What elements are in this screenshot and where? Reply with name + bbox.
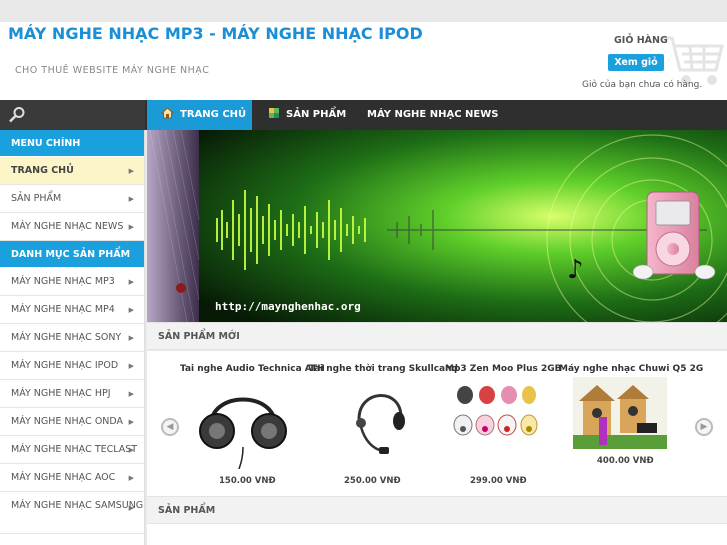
carousel-prev-button[interactable]: ◀ <box>161 418 179 436</box>
arrow-right-icon: ▶ <box>128 334 134 342</box>
sidebar-item-label: MÁY NGHE NHẠC IPOD <box>11 360 119 371</box>
banner-slideshow[interactable]: ♪ http://maynghenhac.org <box>147 130 727 322</box>
carousel-next-button[interactable]: ▶ <box>695 418 713 436</box>
sidebar-item-hpj[interactable]: MÁY NGHE NHẠC HPJ ▶ <box>0 380 144 408</box>
nav-item-news[interactable]: MÁY NGHE NHẠC NEWS <box>367 100 498 130</box>
sidebar-item-label: TRANG CHỦ <box>11 165 74 176</box>
cart-title: GIỎ HÀNG <box>614 35 668 46</box>
sidebar-item-label: MÁY NGHE NHẠC SONY <box>11 332 122 343</box>
sidebar-item-onda[interactable]: MÁY NGHE NHẠC ONDA ▶ <box>0 408 144 436</box>
sidebar-item-label: MÁY NGHE NHẠC HPJ <box>11 388 111 399</box>
sidebar-item-label: MÁY NGHE NHẠC SAMSUNG <box>11 500 144 511</box>
product-image-mp3-players[interactable] <box>449 381 539 443</box>
arrow-right-icon: ▶ <box>128 278 134 286</box>
product-image-chuwi-q5[interactable] <box>573 377 667 449</box>
product-image-headphones[interactable] <box>197 377 289 469</box>
category-menu-title: DANH MỤC SẢN PHẨM <box>0 241 144 268</box>
sidebar-item-teclast[interactable]: MÁY NGHE NHẠC TECLAST ▶ <box>0 436 144 464</box>
main-menu-title: MENU CHÍNH <box>0 130 144 157</box>
sidebar-item-label: SẢN PHẨM <box>11 193 62 204</box>
new-products-header: SẢN PHẨM MỚI <box>147 322 727 350</box>
search-icon[interactable] <box>8 106 26 124</box>
product-price: 250.00 VNĐ <box>344 476 401 486</box>
sidebar-item-home[interactable]: TRANG CHỦ ▶ <box>0 157 144 185</box>
products-icon <box>269 108 279 118</box>
arrow-right-icon: ▶ <box>128 167 134 175</box>
arrow-right-icon: ▶ <box>128 474 134 482</box>
nav-item-products[interactable]: SẢN PHẨM <box>256 100 356 130</box>
page: MÁY NGHE NHẠC MP3 - MÁY NGHE NHẠC IPOD C… <box>0 0 727 545</box>
sidebar: MENU CHÍNH TRANG CHỦ ▶ SẢN PHẨM ▶ MÁY NGHE… <box>0 130 145 545</box>
site-slogan: CHO THUÊ WEBSITE MÁY NGHE NHẠC <box>15 65 210 76</box>
sidebar-item-label: MÁY NGHE NHẠC ONDA <box>11 416 124 427</box>
sidebar-item-label: MÁY NGHE NHẠC MP4 <box>11 304 115 315</box>
products-header: SẢN PHẨM <box>147 496 727 524</box>
sidebar-item-samsung[interactable]: MÁY NGHE NHẠC SAMSUNG ▶ <box>0 492 144 534</box>
product-name[interactable]: Máy nghe nhạc Chuwi Q5 2G <box>559 364 703 374</box>
product-name[interactable]: Mp3 Zen Moo Plus 2GB <box>445 364 562 374</box>
arrow-right-icon: ▶ <box>128 446 134 454</box>
sidebar-item-news[interactable]: MÁY NGHE NHẠC NEWS ▶ <box>0 213 144 241</box>
arrow-right-icon: ▶ <box>128 195 134 203</box>
sidebar-item-label: MÁY NGHE NHẠC TECLAST <box>11 444 138 455</box>
sidebar-item-mp3[interactable]: MÁY NGHE NHẠC MP3 ▶ <box>0 268 144 296</box>
products-list-area <box>147 524 727 545</box>
nav-item-home[interactable]: TRANG CHỦ <box>147 100 252 130</box>
product-price: 150.00 VNĐ <box>219 476 276 486</box>
sidebar-item-sony[interactable]: MÁY NGHE NHẠC SONY ▶ <box>0 324 144 352</box>
arrow-right-icon: ▶ <box>128 418 134 426</box>
view-cart-button[interactable]: Xem giỏ <box>608 54 664 71</box>
banner-url-text: http://maynghenhac.org <box>215 300 361 313</box>
sidebar-item-products[interactable]: SẢN PHẨM ▶ <box>0 185 144 213</box>
product-price: 299.00 VNĐ <box>470 476 527 486</box>
product-name[interactable]: Tai nghe thời trang Skullcand <box>309 364 458 374</box>
nav-home-label: TRANG CHỦ <box>180 109 247 120</box>
arrow-right-icon: ▶ <box>128 223 134 231</box>
header: MÁY NGHE NHẠC MP3 - MÁY NGHE NHẠC IPOD C… <box>0 22 727 100</box>
cart-block: GIỎ HÀNG Xem giỏ Giỏ của bạn chưa có hàn… <box>560 22 727 100</box>
sidebar-item-ipod[interactable]: MÁY NGHE NHẠC IPOD ▶ <box>0 352 144 380</box>
arrow-right-icon: ▶ <box>128 390 134 398</box>
product-name[interactable]: Tai nghe Audio Technica ATH <box>180 364 325 374</box>
sidebar-item-label: MÁY NGHE NHẠC AOC <box>11 472 116 483</box>
sidebar-item-mp4[interactable]: MÁY NGHE NHẠC MP4 ▶ <box>0 296 144 324</box>
home-icon <box>160 107 175 119</box>
new-products-carousel: ◀ ▶ Tai nghe Audio Technica ATH 150.00 V… <box>147 351 727 496</box>
arrow-right-icon: ▶ <box>128 362 134 370</box>
nav-products-label: SẢN PHẨM <box>286 109 347 120</box>
arrow-right-icon: ▶ <box>128 504 134 512</box>
site-title[interactable]: MÁY NGHE NHẠC MP3 - MÁY NGHE NHẠC IPOD <box>8 24 423 43</box>
product-price: 400.00 VNĐ <box>597 456 654 466</box>
sidebar-item-label: MÁY NGHE NHẠC NEWS <box>11 221 124 232</box>
banner-image: ♪ http://maynghenhac.org <box>147 130 727 322</box>
sidebar-item-label: MÁY NGHE NHẠC MP3 <box>11 276 115 287</box>
main-navbar: TRANG CHỦ SẢN PHẨM MÁY NGHE NHẠC NEWS <box>0 100 727 130</box>
search-box[interactable] <box>0 100 145 130</box>
sidebar-item-aoc[interactable]: MÁY NGHE NHẠC AOC ▶ <box>0 464 144 492</box>
cart-empty-message: Giỏ của bạn chưa có hàng. <box>582 80 703 90</box>
product-image-headset[interactable] <box>343 383 413 463</box>
svg-text:♪: ♪ <box>567 255 584 285</box>
arrow-right-icon: ▶ <box>128 306 134 314</box>
